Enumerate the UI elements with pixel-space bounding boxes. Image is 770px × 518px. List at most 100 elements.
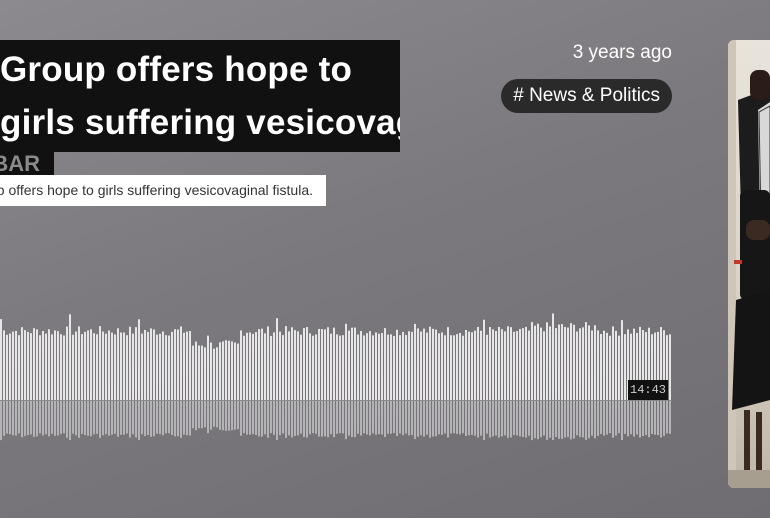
waveform-bar-lower xyxy=(486,401,488,434)
waveform-bar-upper xyxy=(603,330,605,400)
waveform-bar-upper xyxy=(150,328,152,400)
waveform-bar-upper xyxy=(27,331,29,400)
waveform-bar-upper xyxy=(372,335,374,400)
waveform[interactable] xyxy=(0,300,672,440)
waveform-bar-upper xyxy=(78,326,80,400)
waveform-bar-lower xyxy=(207,401,209,434)
waveform-bar-upper xyxy=(558,324,560,400)
waveform-bar-upper xyxy=(30,333,32,400)
waveform-bar-lower xyxy=(651,401,653,434)
waveform-bar-lower xyxy=(93,401,95,435)
waveform-bar-upper xyxy=(564,326,566,400)
waveform-bar-lower xyxy=(549,401,551,438)
waveform-bar-upper xyxy=(102,331,104,400)
artist-name[interactable]: KILIMANJARO BAR xyxy=(0,152,54,176)
waveform-bar-lower xyxy=(552,401,554,440)
waveform-bar-upper xyxy=(417,328,419,400)
track-title-line-1[interactable]: Group offers hope to xyxy=(0,50,352,90)
waveform-bar-lower xyxy=(63,401,65,434)
waveform-bar-upper xyxy=(390,334,392,400)
waveform-bar-upper xyxy=(228,340,230,400)
waveform-bar-upper xyxy=(438,333,440,400)
genre-tag[interactable]: # News & Politics xyxy=(501,79,672,113)
waveform-bar-lower xyxy=(471,401,473,435)
waveform-bar-upper xyxy=(624,334,626,400)
waveform-bar-lower xyxy=(288,401,290,436)
waveform-bar-lower xyxy=(498,401,500,438)
waveform-bar-upper xyxy=(57,331,59,400)
waveform-bar-lower xyxy=(6,401,8,434)
waveform-bar-lower xyxy=(216,401,218,428)
waveform-bar-lower xyxy=(24,401,26,436)
waveform-bar-lower xyxy=(90,401,92,437)
waveform-bar-upper xyxy=(198,345,200,400)
waveform-bar-lower xyxy=(411,401,413,436)
waveform-bar-upper xyxy=(99,326,101,400)
waveform-bar-lower xyxy=(351,401,353,438)
waveform-bar-lower xyxy=(432,401,434,437)
waveform-bar-lower xyxy=(120,401,122,435)
waveform-bar-upper xyxy=(96,334,98,400)
track-duration: 14:43 xyxy=(628,380,669,400)
waveform-bar-upper xyxy=(525,326,527,400)
waveform-bar-lower xyxy=(384,401,386,437)
waveform-bar-lower xyxy=(576,401,578,436)
waveform-bar-upper xyxy=(531,322,533,400)
waveform-bar-upper xyxy=(12,331,14,400)
waveform-bar-lower xyxy=(270,401,272,434)
waveform-bar-upper xyxy=(33,328,35,400)
track-title[interactable]: Group offers hope to girls suffering ves… xyxy=(0,40,400,152)
waveform-bar-lower xyxy=(240,401,242,436)
waveform-bar-lower xyxy=(642,401,644,436)
waveform-bar-lower xyxy=(135,401,137,438)
waveform-bar-lower xyxy=(456,401,458,434)
waveform-bar-lower xyxy=(660,401,662,438)
waveform-bar-lower xyxy=(312,401,314,434)
waveform-bar-lower xyxy=(57,401,59,436)
waveform-bar-lower xyxy=(537,401,539,440)
waveform-bar-upper xyxy=(528,330,530,400)
waveform-bar-lower xyxy=(123,401,125,435)
waveform-bar-upper xyxy=(579,328,581,400)
waveform-bar-lower xyxy=(336,401,338,434)
waveform-bar-lower xyxy=(96,401,98,434)
waveform-bar-lower xyxy=(522,401,524,437)
waveform-bar-lower xyxy=(360,401,362,436)
artist-name-text[interactable]: KILIMANJARO BAR xyxy=(0,152,40,176)
waveform-bar-upper xyxy=(207,335,209,400)
waveform-bar-upper xyxy=(225,340,227,400)
waveform-bar-lower xyxy=(321,401,323,437)
waveform-bar-lower xyxy=(327,401,329,438)
waveform-bar-lower xyxy=(306,401,308,438)
waveform-bar-lower xyxy=(381,401,383,435)
waveform-bar-upper xyxy=(453,335,455,400)
waveform-bar-lower xyxy=(588,401,590,439)
waveform-bar-upper xyxy=(171,331,173,400)
waveform-bar-upper xyxy=(486,334,488,400)
waveform-bar-lower xyxy=(636,401,638,435)
waveform-bar-upper xyxy=(534,325,536,400)
waveform-bar-lower xyxy=(192,401,194,429)
waveform-bar-upper xyxy=(609,335,611,400)
waveform-bar-lower xyxy=(225,401,227,431)
waveform-bar-lower xyxy=(603,401,605,436)
waveform-bar-upper xyxy=(189,331,191,400)
waveform-bar-lower xyxy=(582,401,584,438)
waveform-bar-lower xyxy=(213,401,215,427)
waveform-bar-upper xyxy=(9,333,11,400)
waveform-bar-upper xyxy=(549,326,551,400)
waveform-bar-lower xyxy=(585,401,587,440)
waveform-bar-upper xyxy=(234,342,236,400)
waveform-bar-upper xyxy=(570,323,572,400)
waveform-baseline xyxy=(0,400,672,401)
waveform-bar-lower xyxy=(507,401,509,438)
waveform-bar-upper xyxy=(435,329,437,400)
waveform-bar-lower xyxy=(111,401,113,435)
track-title-line-2[interactable]: girls suffering vesicovaginal fistula. xyxy=(0,103,400,143)
waveform-bar-lower xyxy=(84,401,86,436)
track-artwork-image[interactable] xyxy=(728,40,770,488)
waveform-bar-upper xyxy=(444,335,446,400)
waveform-bar-lower xyxy=(27,401,29,436)
waveform-bar-upper xyxy=(615,330,617,400)
waveform-bar-upper xyxy=(249,332,251,400)
